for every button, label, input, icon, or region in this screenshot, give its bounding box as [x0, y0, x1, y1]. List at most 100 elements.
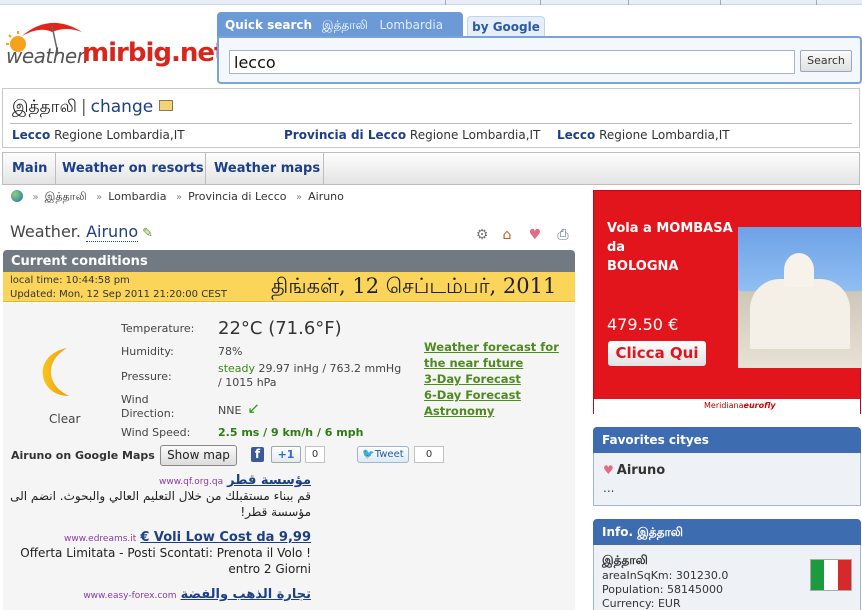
logo-text-mirbig: mirbig.net [82, 38, 226, 68]
favorites-panel: ♥ Airuno ... [593, 453, 861, 506]
tweet-button[interactable]: 🐦Tweet [357, 446, 409, 463]
ad-banner[interactable]: Vola a MOMBASA da BOLOGNA 479.50 € Clicc… [593, 190, 862, 414]
nav-main[interactable]: Main [3, 153, 56, 184]
google-search-tab[interactable]: by Google [467, 16, 545, 38]
ad-item[interactable]: www.easy-forex.com تجارة الذهب والفضة [9, 587, 311, 602]
location-title: இத்தாலி | change [12, 97, 174, 119]
info-currency: Currency: EUR [602, 597, 681, 610]
globe-icon[interactable] [11, 190, 23, 202]
main-nav: Main Weather on resorts Weather maps [2, 152, 860, 185]
pressure-hpa: / 1015 hPa [218, 376, 277, 389]
quick-search-country[interactable]: இத்தாலி [322, 18, 368, 32]
info-panel: இத்தாலி areaInSqKm: 301230.0 Population:… [593, 545, 861, 610]
ad-url[interactable]: www.qf.org.qa [159, 477, 223, 487]
humidity-value: 78% [218, 345, 243, 358]
forecast-near-future-link[interactable]: Weather forecast for [424, 339, 559, 355]
search-input[interactable]: lecco [229, 50, 795, 74]
google-plus-count: 0 [305, 446, 325, 463]
pressure-label: Pressure: [121, 370, 172, 383]
quick-search-tab[interactable]: Quick search இத்தாலி Lombardia [217, 12, 463, 46]
breadcrumb-item[interactable]: இத்தாலி [45, 190, 87, 203]
location-result[interactable]: Lecco Regione Lombardia,IT [557, 128, 730, 142]
forecast-links: Weather forecast for the near future 3-D… [424, 339, 559, 419]
pressure-value: steady 29.97 inHg / 763.2 mmHg / 1015 hP… [218, 362, 401, 390]
heart-icon: ♥ [603, 463, 614, 477]
search-button[interactable]: Search [800, 50, 852, 72]
breadcrumb-item-current: Airuno [308, 190, 344, 203]
facebook-icon[interactable]: f [251, 447, 264, 462]
info-population: Population: 58145000 [602, 583, 723, 596]
forecast-near-future-link-2[interactable]: the near future [424, 355, 559, 371]
banner-photo [738, 227, 862, 368]
location-header: இத்தாலி | change Lecco Regione Lombardia,I… [2, 88, 860, 148]
wind-direction-value: NNE↓ [218, 398, 265, 420]
updated-time: Updated: Mon, 12 Sep 2011 21:20:00 CEST [10, 289, 227, 300]
current-conditions-header: Current conditions [3, 250, 575, 272]
banner-text: Vola a MOMBASA da BOLOGNA [607, 221, 733, 274]
ads-block: www.qf.org.qa مؤسسة قطر قم ببناء مستقبلك … [9, 473, 311, 610]
ad-item[interactable]: www.qf.org.qa مؤسسة قطر قم ببناء مستقبلك … [9, 473, 311, 520]
breadcrumb-item[interactable]: Provincia di Lecco [188, 190, 286, 203]
print-icon[interactable]: ⎙ [555, 227, 571, 243]
site-logo[interactable]: weather. mirbig.net [2, 14, 226, 74]
ad-url[interactable]: www.easy-forex.com [83, 591, 176, 601]
page-title: Weather. Airuno ✎ [10, 222, 153, 242]
favorites-more[interactable]: ... [603, 481, 614, 495]
gear-icon[interactable]: ⚙ [474, 227, 490, 243]
wind-direction-label: Wind Direction: [121, 393, 175, 420]
nav-weather-on-resorts[interactable]: Weather on resorts [56, 153, 206, 184]
search-box: lecco Search [217, 36, 862, 84]
breadcrumb: » இத்தாலி » Lombardia » Provincia di Lecco … [11, 190, 344, 205]
logo-text-weather: weather. [6, 44, 89, 68]
page-tools: ⚙ ⌂ ♥ ⎙ [474, 227, 574, 243]
quick-search-panel: Quick search இத்தாலி Lombardia by Google… [217, 12, 862, 84]
favorite-city[interactable]: ♥ Airuno [603, 463, 665, 478]
show-map-button[interactable]: Show map [160, 445, 237, 466]
quick-search-label: Quick search [225, 18, 313, 32]
ad-title[interactable]: مؤسسة قطر [227, 473, 311, 488]
page-title-prefix: Weather. [10, 222, 81, 241]
favorites-header: Favorites cityes [593, 427, 861, 453]
twitter-icon: 🐦 [362, 449, 375, 460]
ad-body: قم ببناء مستقبلك من خلال التعليم العالي … [10, 489, 311, 519]
change-location-link[interactable]: change [91, 97, 154, 117]
ad-title[interactable]: € Voli Low Cost da 9,99 [140, 530, 311, 545]
info-header: Info. இத்தாலி [593, 519, 861, 545]
italy-flag-icon [810, 559, 852, 591]
breadcrumb-item[interactable]: Lombardia [108, 190, 166, 203]
ad-body: Offerta Limitata - Posti Scontati: Preno… [20, 546, 311, 576]
date-bar: local time: 10:44:58 pm Updated: Mon, 12… [3, 272, 575, 302]
temperature-value: 22°C (71.6°F) [218, 318, 342, 339]
wind-speed-value: 2.5 ms / 9 km/h / 6 mph [218, 426, 364, 439]
banner-cta-button[interactable]: Clicca Qui [608, 341, 706, 366]
pressure-reading: 29.97 inHg / 763.2 mmHg [258, 362, 402, 375]
six-day-forecast-link[interactable]: 6-Day Forecast [424, 387, 559, 403]
banner-footer: Meridianaeurofly [594, 399, 860, 414]
astronomy-link[interactable]: Astronomy [424, 403, 559, 419]
heart-icon[interactable]: ♥ [527, 227, 543, 243]
pencil-icon[interactable]: ✎ [142, 226, 153, 241]
three-day-forecast-link[interactable]: 3-Day Forecast [424, 371, 559, 387]
ad-item[interactable]: www.edreams.it € Voli Low Cost da 9,99 Of… [9, 530, 311, 577]
google-plus-button[interactable]: +1 [271, 446, 301, 463]
nav-weather-maps[interactable]: Weather maps [206, 153, 324, 184]
wind-speed-label: Wind Speed: [121, 426, 191, 439]
humidity-label: Humidity: [121, 345, 174, 358]
ad-url[interactable]: www.edreams.it [64, 534, 136, 544]
quick-search-region[interactable]: Lombardia [380, 18, 444, 32]
ad-title[interactable]: تجارة الذهب والفضة [181, 587, 311, 602]
home-icon[interactable]: ⌂ [499, 227, 515, 243]
local-time: local time: 10:44:58 pm [10, 275, 130, 286]
banner-price: 479.50 € [607, 315, 679, 334]
location-result[interactable]: Provincia di Lecco Regione Lombardia,IT [284, 128, 540, 142]
wind-arrow-icon: ↓ [242, 398, 265, 420]
edit-icon[interactable] [159, 100, 174, 111]
location-result[interactable]: Lecco Regione Lombardia,IT [12, 128, 185, 142]
condition-text: Clear [49, 412, 81, 426]
location-separator: | [80, 97, 87, 117]
google-maps-label: Airuno on Google Maps [11, 449, 155, 462]
moon-icon [42, 348, 69, 396]
page-title-city[interactable]: Airuno [86, 222, 139, 242]
info-country: இத்தாலி [602, 553, 648, 567]
temperature-label: Temperature: [121, 322, 195, 335]
